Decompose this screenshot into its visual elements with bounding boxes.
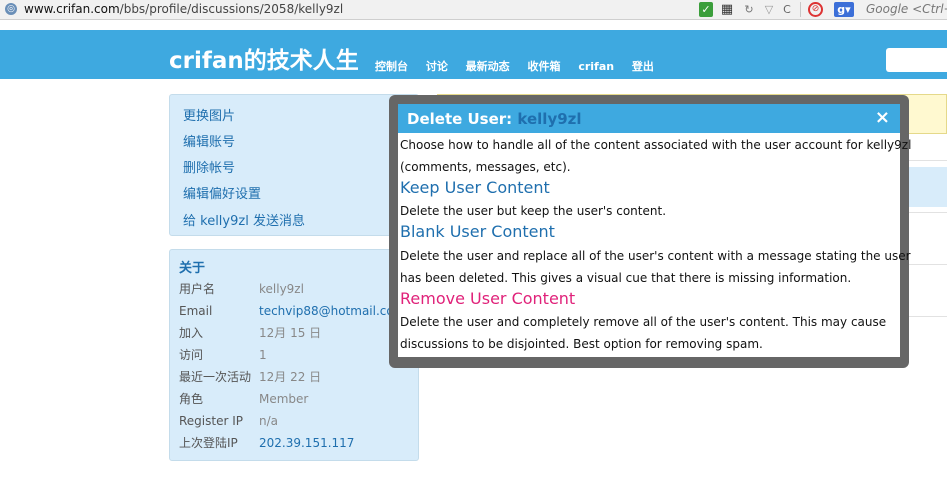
about-row: 访问 1 <box>179 346 267 364</box>
about-value: Member <box>259 392 309 406</box>
about-row: 上次登陆IP 202.39.151.117 <box>179 434 354 452</box>
dialog-intro-line1: Choose how to handle all of the content … <box>400 138 912 152</box>
about-label: 加入 <box>179 326 204 340</box>
keep-option-desc: Delete the user but keep the user's cont… <box>400 204 667 218</box>
send-message-link[interactable]: 给 kelly9zl 发送消息 <box>183 210 305 229</box>
block-icon[interactable]: ⊘ <box>808 2 823 17</box>
about-label: Email <box>179 304 213 318</box>
about-panel: 关于 用户名 kelly9zl Email techvip88@hotmail.co… <box>169 249 419 461</box>
site-header: crifan的技术人生 控制台 讨论 最新动态 收件箱 crifan 登出 <box>0 30 947 79</box>
nav-discussions[interactable]: 讨论 <box>426 60 448 73</box>
blank-option-desc-line1: Delete the user and replace all of the u… <box>400 249 911 263</box>
dialog-body: Choose how to handle all of the content … <box>398 133 911 357</box>
nav-activity[interactable]: 最新动态 <box>466 60 510 73</box>
about-label: 角色 <box>179 392 204 406</box>
site-brand[interactable]: crifan的技术人生 <box>169 46 359 76</box>
about-value: 12月 15 日 <box>259 326 322 340</box>
remove-user-content-link[interactable]: Remove User Content <box>400 289 575 309</box>
browser-address-bar: ◎ www.crifan.com/bbs/profile/discussions… <box>0 0 947 20</box>
dialog-title-bar: Delete User: kelly9zl × <box>398 104 900 133</box>
bookmark-star-icon[interactable]: ▽ <box>762 2 776 17</box>
about-label: 最近一次活动 <box>179 370 252 384</box>
about-value: kelly9zl <box>259 282 304 296</box>
url-path: /bbs/profile/discussions/2058/kelly9zl <box>119 2 344 16</box>
about-row: Email techvip88@hotmail.com <box>179 302 405 320</box>
dialog-username: kelly9zl <box>517 110 582 128</box>
google-search-engine-icon[interactable]: g▾ <box>834 2 854 17</box>
nav-inbox[interactable]: 收件箱 <box>527 60 560 73</box>
delete-user-dialog: Delete User: kelly9zl × Choose how to ha… <box>389 95 911 368</box>
about-row: 加入 12月 15 日 <box>179 324 321 342</box>
compat-mode-icon[interactable]: ↻ <box>742 2 756 17</box>
about-row: Register IP n/a <box>179 412 278 430</box>
about-value: n/a <box>259 414 279 428</box>
dialog-intro-line2: (comments, messages, etc). <box>400 160 571 174</box>
last-ip-link[interactable]: 202.39.151.117 <box>259 436 354 450</box>
delete-account-link[interactable]: 删除帐号 <box>183 157 235 176</box>
reload-icon[interactable]: C <box>780 2 794 17</box>
about-row: 最近一次活动 12月 22 日 <box>179 368 321 386</box>
keep-user-content-link[interactable]: Keep User Content <box>400 178 550 198</box>
remove-option-desc-line2: discussions to be disjointed. Best optio… <box>400 337 763 351</box>
change-picture-link[interactable]: 更换图片 <box>183 105 235 124</box>
edit-preferences-link[interactable]: 编辑偏好设置 <box>183 183 261 202</box>
profile-actions-panel: 更换图片 编辑账号 删除帐号 编辑偏好设置 给 kelly9zl 发送消息 <box>169 94 419 236</box>
toolbar-divider <box>800 2 801 17</box>
dialog-title: Delete User: kelly9zl <box>407 110 582 128</box>
about-label: 上次登陆IP <box>179 436 238 450</box>
edit-account-link[interactable]: 编辑账号 <box>183 131 235 150</box>
email-link[interactable]: techvip88@hotmail.com <box>259 304 405 318</box>
qr-code-icon[interactable]: ▦ <box>720 2 734 17</box>
nav-logout[interactable]: 登出 <box>632 60 654 73</box>
shield-icon[interactable]: ✓ <box>699 2 713 17</box>
about-label: Register IP <box>179 414 243 428</box>
blank-user-content-link[interactable]: Blank User Content <box>400 222 555 242</box>
about-value: 1 <box>259 348 267 362</box>
close-icon[interactable]: × <box>875 107 890 128</box>
about-label: 用户名 <box>179 282 216 296</box>
browser-search-input[interactable]: Google <Ctrl+ <box>866 2 947 16</box>
nav-dashboard[interactable]: 控制台 <box>375 60 408 73</box>
blank-option-desc-line2: has been deleted. This gives a visual cu… <box>400 271 852 285</box>
nav-profile[interactable]: crifan <box>578 60 614 73</box>
url-domain: www.crifan.com <box>24 2 120 16</box>
remove-option-desc-line1: Delete the user and completely remove al… <box>400 315 887 329</box>
globe-icon: ◎ <box>5 3 17 15</box>
about-row: 角色 Member <box>179 390 308 408</box>
dialog-title-prefix: Delete User: <box>407 110 513 128</box>
about-value: 12月 22 日 <box>259 370 322 384</box>
about-label: 访问 <box>179 348 204 362</box>
address-url[interactable]: www.crifan.com/bbs/profile/discussions/2… <box>24 2 343 16</box>
about-row: 用户名 kelly9zl <box>179 280 304 298</box>
about-heading: 关于 <box>179 261 206 276</box>
site-search-input[interactable] <box>886 48 947 72</box>
main-nav: 控制台 讨论 最新动态 收件箱 crifan 登出 <box>375 58 668 74</box>
